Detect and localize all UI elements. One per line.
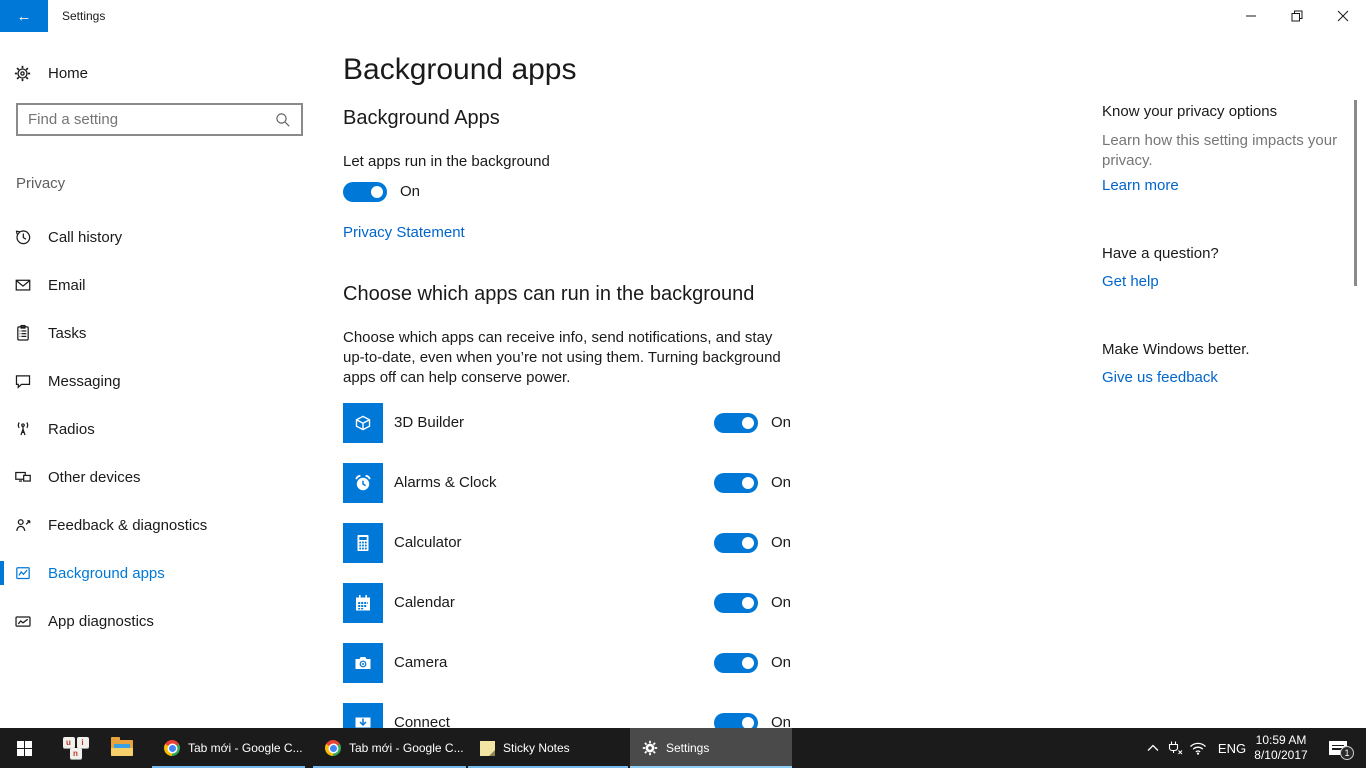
alarms-clock-app-icon [343, 463, 383, 503]
3d-builder-app-icon [343, 403, 383, 443]
calendar-toggle[interactable] [714, 593, 758, 613]
scrollbar[interactable] [1354, 100, 1357, 286]
radios-icon [14, 420, 34, 438]
feedback-icon [14, 516, 34, 534]
chrome-icon [325, 740, 341, 756]
titlebar: ← Settings [0, 0, 1366, 32]
folder-icon [111, 740, 133, 756]
master-toggle-label: Let apps run in the background [343, 153, 550, 170]
restore-button[interactable] [1274, 0, 1320, 32]
app-row-calculator: Calculator On [343, 523, 793, 563]
master-toggle[interactable] [343, 182, 387, 202]
messaging-icon [14, 372, 34, 390]
taskbar-sticky-notes[interactable]: Sticky Notes [468, 728, 628, 768]
app-row-calendar: Calendar On [343, 583, 793, 623]
calendar-app-icon [343, 583, 383, 623]
taskbar-chrome-1[interactable]: Tab mới - Google C... [152, 728, 305, 768]
search-input[interactable] [18, 111, 275, 128]
privacy-statement-link[interactable]: Privacy Statement [343, 224, 465, 241]
calculator-toggle[interactable] [714, 533, 758, 553]
tray-chevron-up-icon[interactable] [1144, 728, 1162, 768]
toggle-knob [371, 186, 383, 198]
chrome-icon [164, 740, 180, 756]
action-center-button[interactable]: 1 [1320, 728, 1356, 768]
sidebar-item-app-diagnostics[interactable]: App diagnostics [0, 597, 330, 645]
app-row-alarms-clock: Alarms & Clock On [343, 463, 793, 503]
camera-toggle[interactable] [714, 653, 758, 673]
back-arrow-icon: ← [17, 8, 32, 25]
gear-icon [642, 740, 658, 756]
taskbar-settings[interactable]: Settings [630, 728, 792, 768]
wifi-icon[interactable] [1186, 728, 1210, 768]
tray-time: 10:59 AM [1256, 733, 1307, 748]
call-history-icon [14, 228, 34, 246]
restore-icon [1291, 10, 1303, 22]
back-button[interactable]: ← [0, 0, 48, 32]
calculator-app-icon [343, 523, 383, 563]
close-button[interactable] [1320, 0, 1366, 32]
app-diagnostics-icon [14, 612, 34, 630]
get-help-link[interactable]: Get help [1102, 273, 1342, 290]
tasks-icon [14, 324, 34, 342]
window-title: Settings [62, 0, 105, 32]
sidebar-item-radios[interactable]: Radios [0, 405, 330, 453]
file-explorer-button[interactable] [102, 728, 142, 768]
sidebar-item-background-apps[interactable]: Background apps [0, 549, 330, 597]
email-icon [14, 276, 34, 294]
page-title: Background apps [343, 53, 577, 87]
other-devices-icon [14, 468, 34, 486]
have-question-title: Have a question? [1102, 245, 1342, 262]
windows-logo-icon [17, 741, 32, 756]
settings-window: ← Settings Home Privacy [0, 0, 1366, 768]
taskbar-chrome-2[interactable]: Tab mới - Google C... [313, 728, 466, 768]
sticky-note-icon [480, 741, 495, 756]
choose-apps-description: Choose which apps can receive info, send… [343, 328, 795, 388]
background-apps-icon [14, 564, 34, 582]
privacy-options-text: Learn how this setting impacts your priv… [1102, 131, 1340, 171]
privacy-options-title: Know your privacy options [1102, 103, 1342, 120]
choose-apps-heading: Choose which apps can run in the backgro… [343, 283, 754, 306]
sidebar-item-call-history[interactable]: Call history [0, 213, 330, 261]
app-row-camera: Camera On [343, 643, 793, 683]
language-indicator[interactable]: ENG [1212, 728, 1252, 768]
sidebar-home-label: Home [48, 65, 88, 82]
gear-icon [14, 65, 34, 82]
master-toggle-state: On [400, 183, 420, 200]
alarms-clock-toggle[interactable] [714, 473, 758, 493]
clock[interactable]: 10:59 AM 8/10/2017 [1250, 728, 1312, 768]
minimize-button[interactable] [1228, 0, 1274, 32]
start-button[interactable] [0, 728, 48, 768]
taskbar: uin Tab mới - Google C... Tab mới - Goog… [0, 728, 1366, 768]
notification-badge: 1 [1340, 746, 1354, 760]
learn-more-link[interactable]: Learn more [1102, 177, 1342, 194]
power-plug-icon[interactable] [1164, 728, 1186, 768]
selected-accent-bar [0, 561, 4, 585]
sidebar-item-home[interactable]: Home [0, 55, 330, 91]
sidebar-item-email[interactable]: Email [0, 261, 330, 309]
3d-builder-toggle[interactable] [714, 413, 758, 433]
notification-icon: 1 [1329, 741, 1347, 755]
sidebar-item-messaging[interactable]: Messaging [0, 357, 330, 405]
unikey-icon: uin [63, 736, 90, 760]
tray-date: 8/10/2017 [1254, 748, 1307, 763]
search-icon[interactable] [275, 112, 291, 128]
unikey-tray-button[interactable]: uin [56, 728, 96, 768]
sidebar-item-tasks[interactable]: Tasks [0, 309, 330, 357]
camera-app-icon [343, 643, 383, 683]
make-windows-better-title: Make Windows better. [1102, 341, 1342, 358]
privacy-section-label: Privacy [16, 175, 65, 192]
sidebar-item-feedback[interactable]: Feedback & diagnostics [0, 501, 330, 549]
give-feedback-link[interactable]: Give us feedback [1102, 369, 1342, 386]
background-apps-heading: Background Apps [343, 107, 500, 130]
search-box [16, 103, 303, 136]
minimize-icon [1245, 10, 1257, 22]
sidebar-item-other-devices[interactable]: Other devices [0, 453, 330, 501]
app-row-3d-builder: 3D Builder On [343, 403, 793, 443]
close-icon [1337, 10, 1349, 22]
